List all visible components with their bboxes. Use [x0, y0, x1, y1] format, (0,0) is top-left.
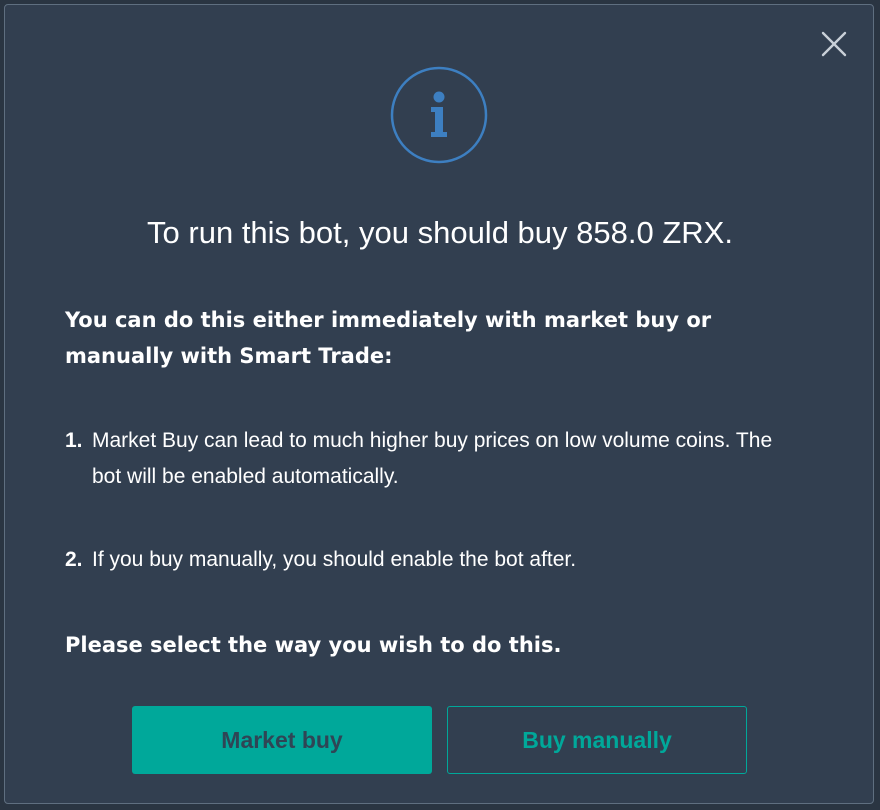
- market-buy-button[interactable]: Market buy: [132, 706, 432, 774]
- step-item: 2. If you buy manually, you should enabl…: [65, 542, 785, 578]
- intro-text: You can do this either immediately with …: [65, 308, 712, 368]
- step-text: Market Buy can lead to much higher buy p…: [92, 429, 773, 488]
- close-button[interactable]: [819, 29, 849, 59]
- close-icon: [821, 31, 847, 57]
- step-item: 1. Market Buy can lead to much higher bu…: [65, 423, 785, 495]
- dialog-title: To run this bot, you should buy 858.0 ZR…: [147, 215, 733, 250]
- selection-prompt: Please select the way you wish to do thi…: [65, 633, 562, 657]
- step-number: 1.: [65, 429, 83, 452]
- info-icon: [390, 66, 488, 164]
- buy-coins-dialog: To run this bot, you should buy 858.0 ZR…: [4, 4, 874, 804]
- step-number: 2.: [65, 548, 83, 571]
- step-text: If you buy manually, you should enable t…: [92, 548, 577, 571]
- buy-manually-button[interactable]: Buy manually: [447, 706, 747, 774]
